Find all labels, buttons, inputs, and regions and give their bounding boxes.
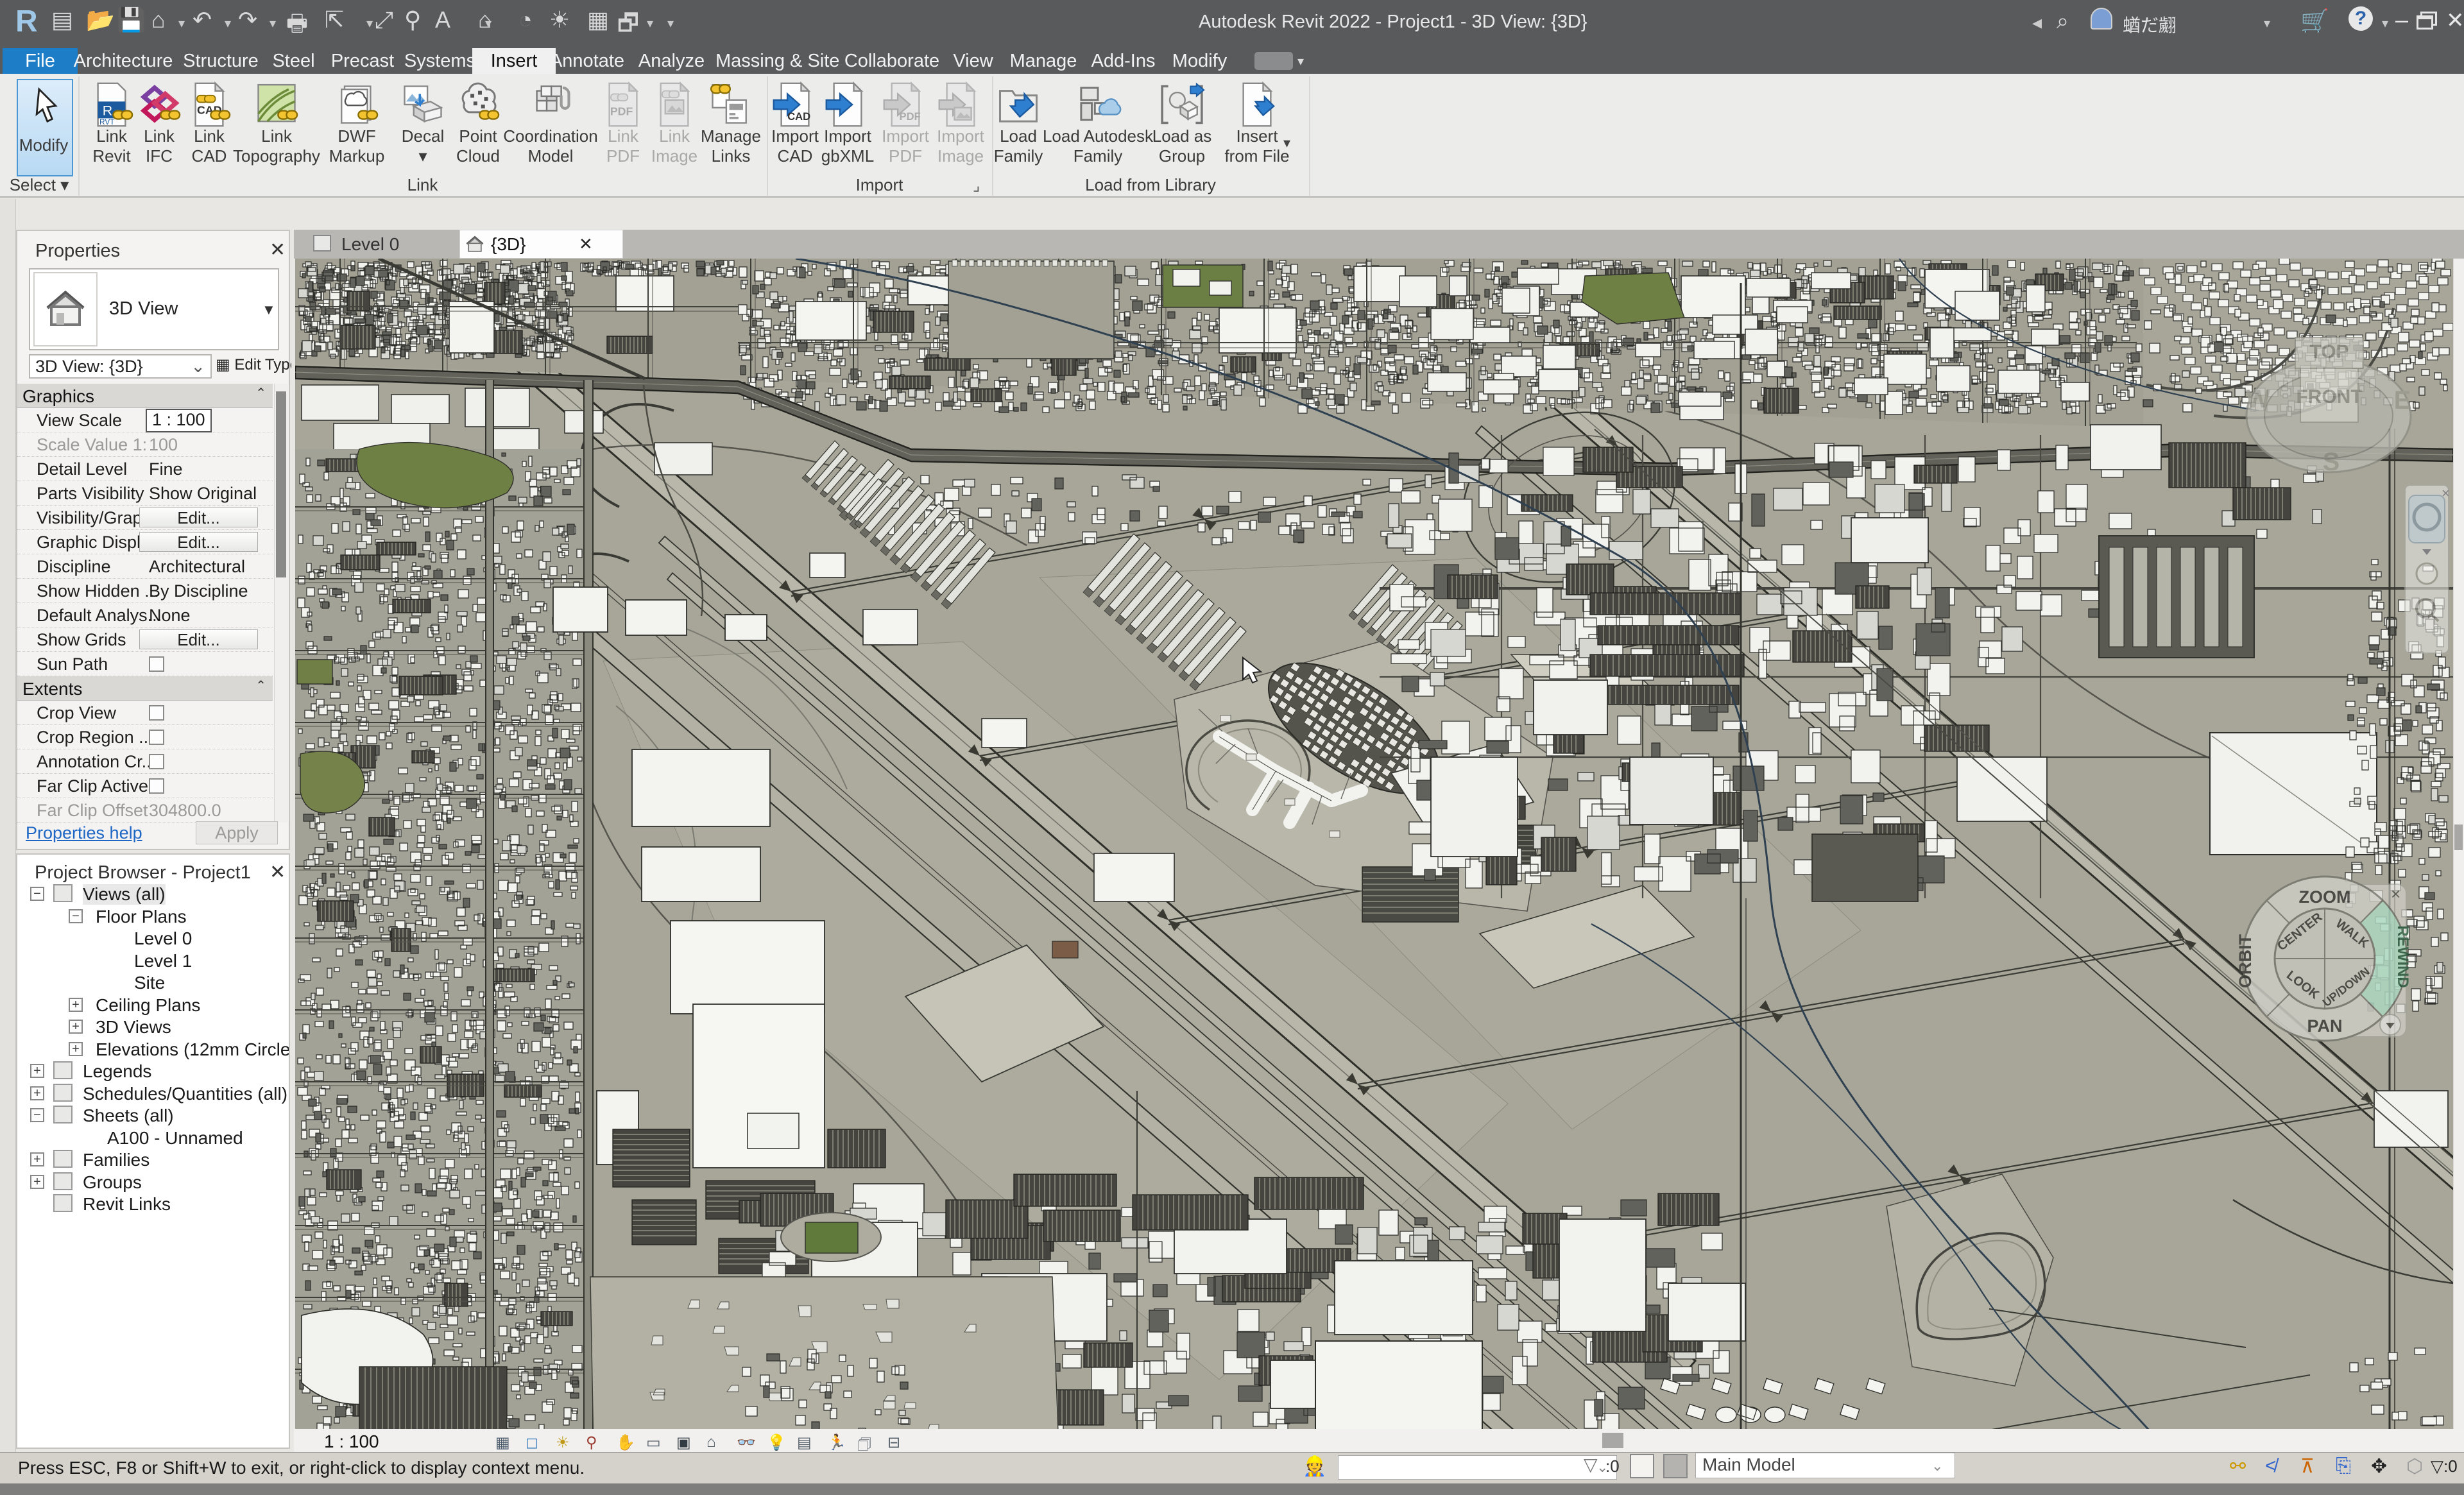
svg-text:ZOOM: ZOOM: [2299, 887, 2351, 907]
svg-text:REWIND: REWIND: [2394, 925, 2411, 987]
svg-text:FRONT: FRONT: [2296, 386, 2362, 407]
svg-text:TOP: TOP: [2309, 341, 2348, 363]
svg-text:E: E: [2394, 386, 2411, 414]
svg-text:ORBIT: ORBIT: [2236, 934, 2255, 989]
svg-text:S: S: [2323, 448, 2340, 476]
svg-text:PAN: PAN: [2307, 1016, 2342, 1036]
svg-text:×: ×: [2442, 485, 2450, 501]
svg-text:W: W: [2246, 385, 2270, 413]
svg-text:×: ×: [2391, 884, 2400, 903]
